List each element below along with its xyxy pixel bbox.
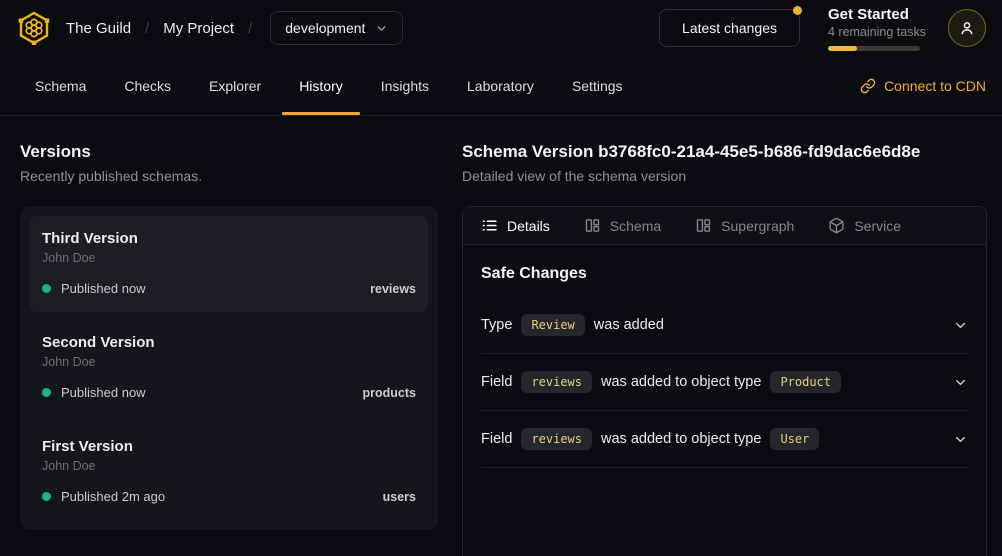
version-item-first[interactable]: First Version John Doe Published 2m ago … — [30, 424, 428, 520]
tab-laboratory[interactable]: Laboratory — [448, 56, 553, 115]
detail-tabs: Details Schema — [463, 207, 986, 245]
columns-icon — [695, 217, 712, 234]
change-badge: Product — [770, 371, 841, 393]
breadcrumb-separator: / — [248, 20, 252, 37]
change-text: was added — [594, 317, 664, 333]
change-text: was added to object type — [601, 431, 761, 447]
change-badge: User — [770, 428, 819, 450]
published-status-dot — [42, 492, 51, 501]
versions-title: Versions — [20, 142, 438, 162]
detail-tab-label: Schema — [610, 218, 661, 234]
latest-changes-label: Latest changes — [682, 20, 777, 36]
version-service-tag: products — [363, 386, 416, 400]
cube-icon — [828, 217, 845, 234]
target-selector-dropdown[interactable]: development — [270, 11, 403, 45]
detail-tab-label: Details — [507, 218, 550, 234]
chevron-down-icon[interactable] — [953, 432, 968, 447]
get-started-progress-track — [828, 46, 920, 51]
schema-version-detail-panel: Schema Version b3768fc0-21a4-45e5-b686-f… — [462, 142, 987, 556]
target-selector-value: development — [285, 20, 365, 36]
notification-dot — [793, 6, 802, 15]
version-author: John Doe — [42, 355, 416, 369]
project-nav: Schema Checks Explorer History Insights … — [0, 56, 1002, 116]
version-status: Published now — [61, 281, 146, 296]
versions-panel: Versions Recently published schemas. Thi… — [20, 142, 438, 556]
chevron-down-icon — [375, 22, 388, 35]
detail-tab-details[interactable]: Details — [481, 217, 550, 234]
detail-tab-label: Service — [854, 218, 901, 234]
get-started-widget[interactable]: Get Started 4 remaining tasks — [828, 6, 920, 51]
change-prefix: Type — [481, 317, 512, 333]
latest-changes-button[interactable]: Latest changes — [659, 9, 800, 47]
version-status: Published now — [61, 385, 146, 400]
nav-tabs: Schema Checks Explorer History Insights … — [16, 56, 642, 115]
version-status-row: Published 2m ago users — [42, 489, 416, 504]
version-author: John Doe — [42, 251, 416, 265]
detail-tab-supergraph[interactable]: Supergraph — [695, 217, 794, 234]
published-status-dot — [42, 388, 51, 397]
columns-icon — [584, 217, 601, 234]
change-row-type-review[interactable]: Type Review was added — [481, 297, 968, 354]
change-prefix: Field — [481, 374, 512, 390]
versions-subtitle: Recently published schemas. — [20, 168, 438, 184]
breadcrumb-separator: / — [145, 20, 149, 37]
user-avatar-button[interactable] — [948, 9, 986, 47]
tab-history[interactable]: History — [280, 56, 362, 115]
chevron-down-icon[interactable] — [953, 318, 968, 333]
breadcrumb-org[interactable]: The Guild — [66, 20, 131, 37]
top-header: The Guild / My Project / development Lat… — [0, 0, 1002, 56]
version-author: John Doe — [42, 459, 416, 473]
detail-tab-label: Supergraph — [721, 218, 794, 234]
change-prefix: Field — [481, 431, 512, 447]
connect-to-cdn-link[interactable]: Connect to CDN — [860, 56, 986, 115]
guild-logo-icon[interactable] — [16, 10, 52, 46]
get-started-progress-fill — [828, 46, 857, 51]
version-item-third[interactable]: Third Version John Doe Published now rev… — [30, 216, 428, 312]
version-name: Third Version — [42, 230, 416, 247]
version-service-tag: reviews — [370, 282, 416, 296]
chevron-down-icon[interactable] — [953, 375, 968, 390]
safe-changes-title: Safe Changes — [481, 265, 968, 283]
detail-tab-service[interactable]: Service — [828, 217, 901, 234]
detail-body: Safe Changes Type Review was added Field… — [463, 245, 986, 468]
schema-version-card: Details Schema — [462, 206, 987, 556]
get-started-subtitle: 4 remaining tasks — [828, 25, 920, 39]
user-icon — [958, 19, 976, 37]
version-name: First Version — [42, 438, 416, 455]
tab-insights[interactable]: Insights — [362, 56, 448, 115]
version-name: Second Version — [42, 334, 416, 351]
tab-explorer[interactable]: Explorer — [190, 56, 280, 115]
change-text: was added to object type — [601, 374, 761, 390]
version-item-second[interactable]: Second Version John Doe Published now pr… — [30, 320, 428, 416]
version-status-row: Published now products — [42, 385, 416, 400]
detail-tab-schema[interactable]: Schema — [584, 217, 661, 234]
change-badge: reviews — [521, 371, 592, 393]
change-badge: Review — [521, 314, 584, 336]
link-icon — [860, 78, 876, 94]
change-row-field-product[interactable]: Field reviews was added to object type P… — [481, 354, 968, 411]
breadcrumb: The Guild / My Project / — [66, 20, 252, 37]
change-row-field-user[interactable]: Field reviews was added to object type U… — [481, 411, 968, 468]
version-status-row: Published now reviews — [42, 281, 416, 296]
version-status: Published 2m ago — [61, 489, 165, 504]
change-badge: reviews — [521, 428, 592, 450]
version-list: Third Version John Doe Published now rev… — [20, 206, 438, 530]
list-icon — [481, 217, 498, 234]
main-content: Versions Recently published schemas. Thi… — [0, 116, 1002, 556]
schema-version-subtitle: Detailed view of the schema version — [462, 168, 987, 184]
tab-settings[interactable]: Settings — [553, 56, 642, 115]
get-started-title: Get Started — [828, 6, 920, 23]
version-service-tag: users — [383, 490, 416, 504]
tab-checks[interactable]: Checks — [105, 56, 190, 115]
schema-version-title: Schema Version b3768fc0-21a4-45e5-b686-f… — [462, 142, 987, 162]
published-status-dot — [42, 284, 51, 293]
connect-to-cdn-label: Connect to CDN — [884, 78, 986, 94]
breadcrumb-project[interactable]: My Project — [163, 20, 234, 37]
header-right-group: Latest changes Get Started 4 remaining t… — [659, 6, 986, 51]
tab-schema[interactable]: Schema — [16, 56, 105, 115]
